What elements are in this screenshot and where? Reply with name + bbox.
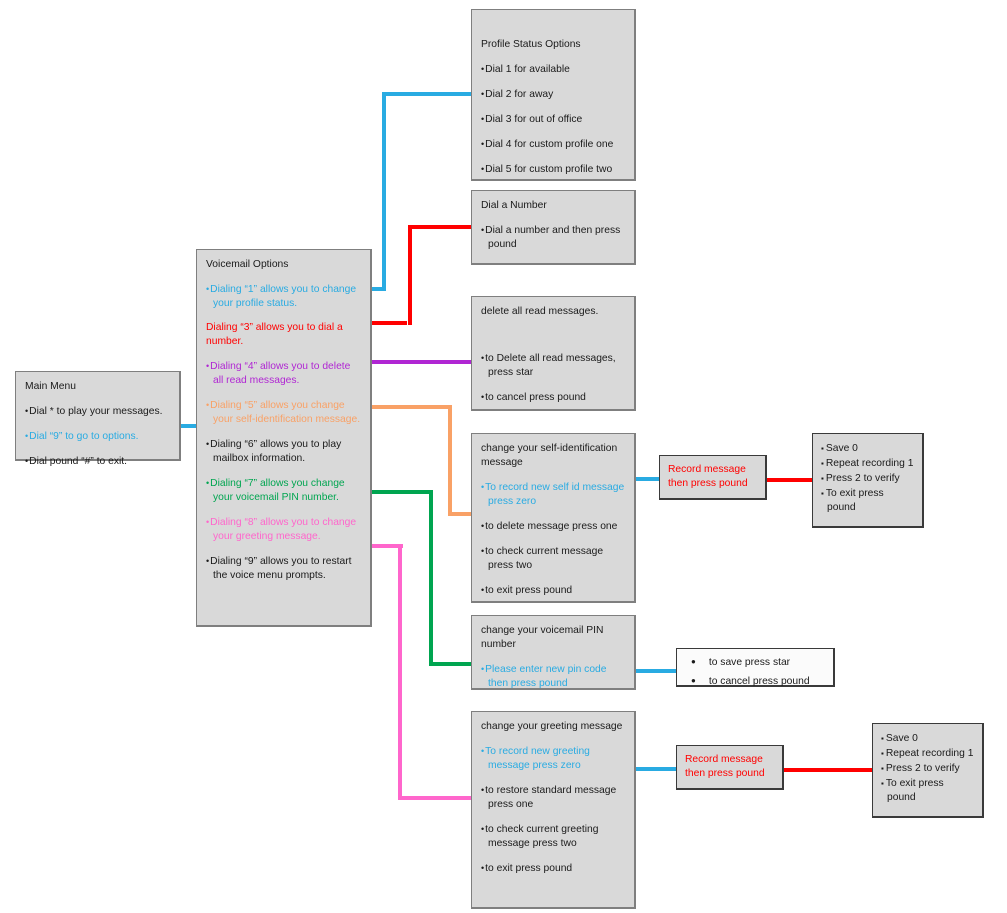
connector-options-to-greeting-v — [398, 544, 402, 800]
greeting-title: change your greeting message — [481, 721, 623, 732]
voicemail-option-4[interactable]: Dialing “4” allows you to delete all rea… — [206, 359, 361, 388]
connector-options-to-pin-h2 — [429, 662, 474, 666]
main-menu-item-1: Dial * to play your messages. — [25, 404, 170, 419]
delete-read-item-2: to cancel press pound — [481, 390, 625, 405]
box-main-menu[interactable]: Main Menu Dial * to play your messages. … — [15, 371, 181, 467]
box-save-options-greeting[interactable]: Save 0 Repeat recording 1 Press 2 to ver… — [872, 723, 984, 818]
voicemail-option-1[interactable]: Dialing “1” allows you to change your pr… — [206, 282, 361, 311]
profile-status-item-3: Dial 3 for out of office — [481, 112, 625, 127]
box-save-options-selfid[interactable]: Save 0 Repeat recording 1 Press 2 to ver… — [812, 433, 924, 528]
pin-confirm-item-2: to cancel press pound — [683, 674, 827, 689]
delete-read-item-1: to Delete all read messages, press star — [481, 351, 625, 380]
record-message-greeting-text: Record message then press pound — [685, 754, 765, 779]
self-id-item-3: to check current message press two — [481, 544, 625, 573]
box-profile-status-options[interactable]: Profile Status Options Dial 1 for availa… — [471, 9, 636, 181]
connector-options-to-selfid-h1 — [360, 405, 451, 409]
voicemail-option-9[interactable]: Dialing “9” allows you to restart the vo… — [206, 554, 361, 583]
connector-options-to-profile-h2 — [382, 92, 474, 96]
self-id-title: change your self-identification message — [481, 443, 618, 468]
box-dial-a-number[interactable]: Dial a Number Dial a number and then pre… — [471, 190, 636, 265]
box-voicemail-pin[interactable]: change your voicemail PIN number Please … — [471, 615, 636, 690]
save-selfid-item-4: To exit press pound — [821, 487, 914, 515]
voicemail-options-title: Voicemail Options — [206, 259, 289, 270]
self-id-item-1[interactable]: To record new self id message press zero — [481, 480, 625, 509]
save-greeting-item-2: Repeat recording 1 — [881, 747, 974, 761]
self-id-item-2: to delete message press one — [481, 519, 625, 534]
greeting-item-3: to check current greeting message press … — [481, 822, 625, 851]
profile-status-item-1: Dial 1 for available — [481, 62, 625, 77]
voicemail-option-3[interactable]: Dialing “3” allows you to dial a number. — [206, 321, 361, 349]
voicemail-option-8[interactable]: Dialing “8” allows you to change your gr… — [206, 515, 361, 544]
save-selfid-item-1: Save 0 — [821, 442, 914, 456]
voicemail-option-6[interactable]: Dialing “6” allows you to play mailbox i… — [206, 437, 361, 466]
main-menu-title: Main Menu — [25, 381, 76, 392]
connector-options-to-greeting-h2 — [398, 796, 474, 800]
profile-status-item-4: Dial 4 for custom profile one — [481, 137, 625, 152]
save-greeting-item-4: To exit press pound — [881, 777, 974, 805]
record-message-selfid-text: Record message then press pound — [668, 464, 748, 489]
pin-item-1[interactable]: Please enter new pin code then press pou… — [481, 662, 625, 691]
box-record-message-greeting[interactable]: Record message then press pound — [676, 745, 784, 790]
pin-title: change your voicemail PIN number — [481, 625, 604, 650]
box-voicemail-options[interactable]: Voicemail Options Dialing “1” allows you… — [196, 249, 372, 627]
profile-status-title: Profile Status Options — [481, 39, 581, 50]
connector-options-to-dial-h2 — [408, 225, 474, 229]
greeting-item-1[interactable]: To record new greeting message press zer… — [481, 744, 625, 773]
box-greeting-message[interactable]: change your greeting message To record n… — [471, 711, 636, 909]
connector-options-to-selfid-v — [448, 405, 452, 515]
self-id-item-4: to exit press pound — [481, 583, 625, 598]
box-pin-confirm-options[interactable]: to save press star to cancel press pound — [676, 648, 835, 687]
voicemail-option-7[interactable]: Dialing “7” allows you change your voice… — [206, 476, 361, 505]
flowchart-canvas: Main Menu Dial * to play your messages. … — [0, 0, 1007, 913]
dial-a-number-item-1: Dial a number and then press pound — [481, 223, 625, 252]
pin-confirm-item-1: to save press star — [683, 655, 827, 670]
main-menu-item-3: Dial pound “#” to exit. — [25, 454, 170, 469]
box-self-identification[interactable]: change your self-identification message … — [471, 433, 636, 603]
connector-options-to-pin-v — [429, 490, 433, 666]
save-selfid-item-3: Press 2 to verify — [821, 472, 914, 486]
connector-recordgreeting-to-save — [780, 768, 874, 772]
delete-read-title: delete all read messages. — [481, 306, 599, 317]
connector-record-to-save — [764, 478, 814, 482]
greeting-item-4: to exit press pound — [481, 861, 625, 876]
profile-status-item-2: Dial 2 for away — [481, 87, 625, 102]
save-greeting-item-1: Save 0 — [881, 732, 974, 746]
connector-options-to-profile-v — [382, 92, 386, 291]
greeting-item-2: to restore standard message press one — [481, 783, 625, 812]
main-menu-item-2[interactable]: Dial “9” to go to options. — [25, 429, 170, 444]
connector-options-to-dial-v — [408, 225, 412, 325]
dial-a-number-title: Dial a Number — [481, 200, 547, 211]
save-greeting-item-3: Press 2 to verify — [881, 762, 974, 776]
save-selfid-item-2: Repeat recording 1 — [821, 457, 914, 471]
voicemail-option-5[interactable]: Dialing “5” allows you change your self-… — [206, 398, 361, 427]
box-record-message-selfid[interactable]: Record message then press pound — [659, 455, 767, 500]
profile-status-item-5: Dial 5 for custom profile two — [481, 162, 625, 177]
box-delete-read-messages[interactable]: delete all read messages. to Delete all … — [471, 296, 636, 411]
